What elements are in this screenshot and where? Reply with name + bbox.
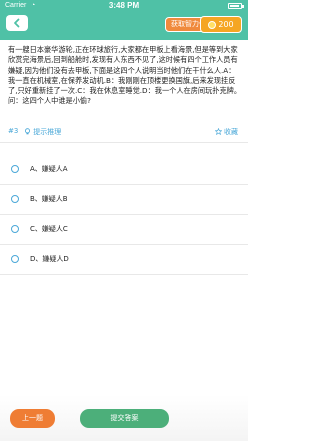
- battery-icon: [228, 3, 242, 9]
- question-number: #3: [8, 127, 19, 135]
- battery-tip: [242, 5, 244, 8]
- hint-link[interactable]: 提示推理: [24, 127, 61, 137]
- option-c-label: C、嫌疑人C: [30, 225, 68, 233]
- question-text: 有一艘日本豪华游轮,正在环球旅行,大家都在甲板上看海景,但是等到大家欣赏完海景后…: [8, 45, 242, 106]
- star-icon: [214, 127, 223, 136]
- coin-count: 200: [218, 20, 234, 29]
- radio-b[interactable]: [11, 195, 19, 203]
- status-time: 3:48 PM: [108, 1, 140, 10]
- submit-answer-button[interactable]: 提交答案: [80, 409, 169, 428]
- chevron-left-icon: [14, 18, 20, 28]
- favorite-label: 收藏: [224, 128, 238, 136]
- option-c[interactable]: C、嫌疑人C: [0, 214, 248, 244]
- option-a[interactable]: A、嫌疑人A: [0, 154, 248, 184]
- option-b[interactable]: B、嫌疑人B: [0, 184, 248, 214]
- option-d-label: D、嫌疑人D: [30, 255, 69, 263]
- back-button[interactable]: [6, 15, 28, 31]
- previous-question-button[interactable]: 上一题: [10, 409, 55, 428]
- coin-icon: [208, 20, 217, 29]
- hint-label: 提示推理: [33, 128, 62, 136]
- divider: [0, 142, 248, 143]
- bulb-icon: [24, 128, 31, 135]
- radio-a[interactable]: [11, 165, 19, 173]
- status-bar: Carrier ◔ 3:48 PM: [0, 0, 248, 12]
- favorite-button[interactable]: 收藏: [214, 127, 238, 137]
- coin-balance[interactable]: 200: [200, 16, 242, 33]
- option-d[interactable]: D、嫌疑人D: [0, 244, 248, 274]
- radio-d[interactable]: [11, 255, 19, 263]
- question-meta: #3 提示推理 收藏: [8, 127, 242, 139]
- divider: [0, 274, 248, 275]
- option-a-label: A、嫌疑人A: [30, 165, 68, 173]
- radio-c[interactable]: [11, 225, 19, 233]
- option-b-label: B、嫌疑人B: [30, 195, 68, 203]
